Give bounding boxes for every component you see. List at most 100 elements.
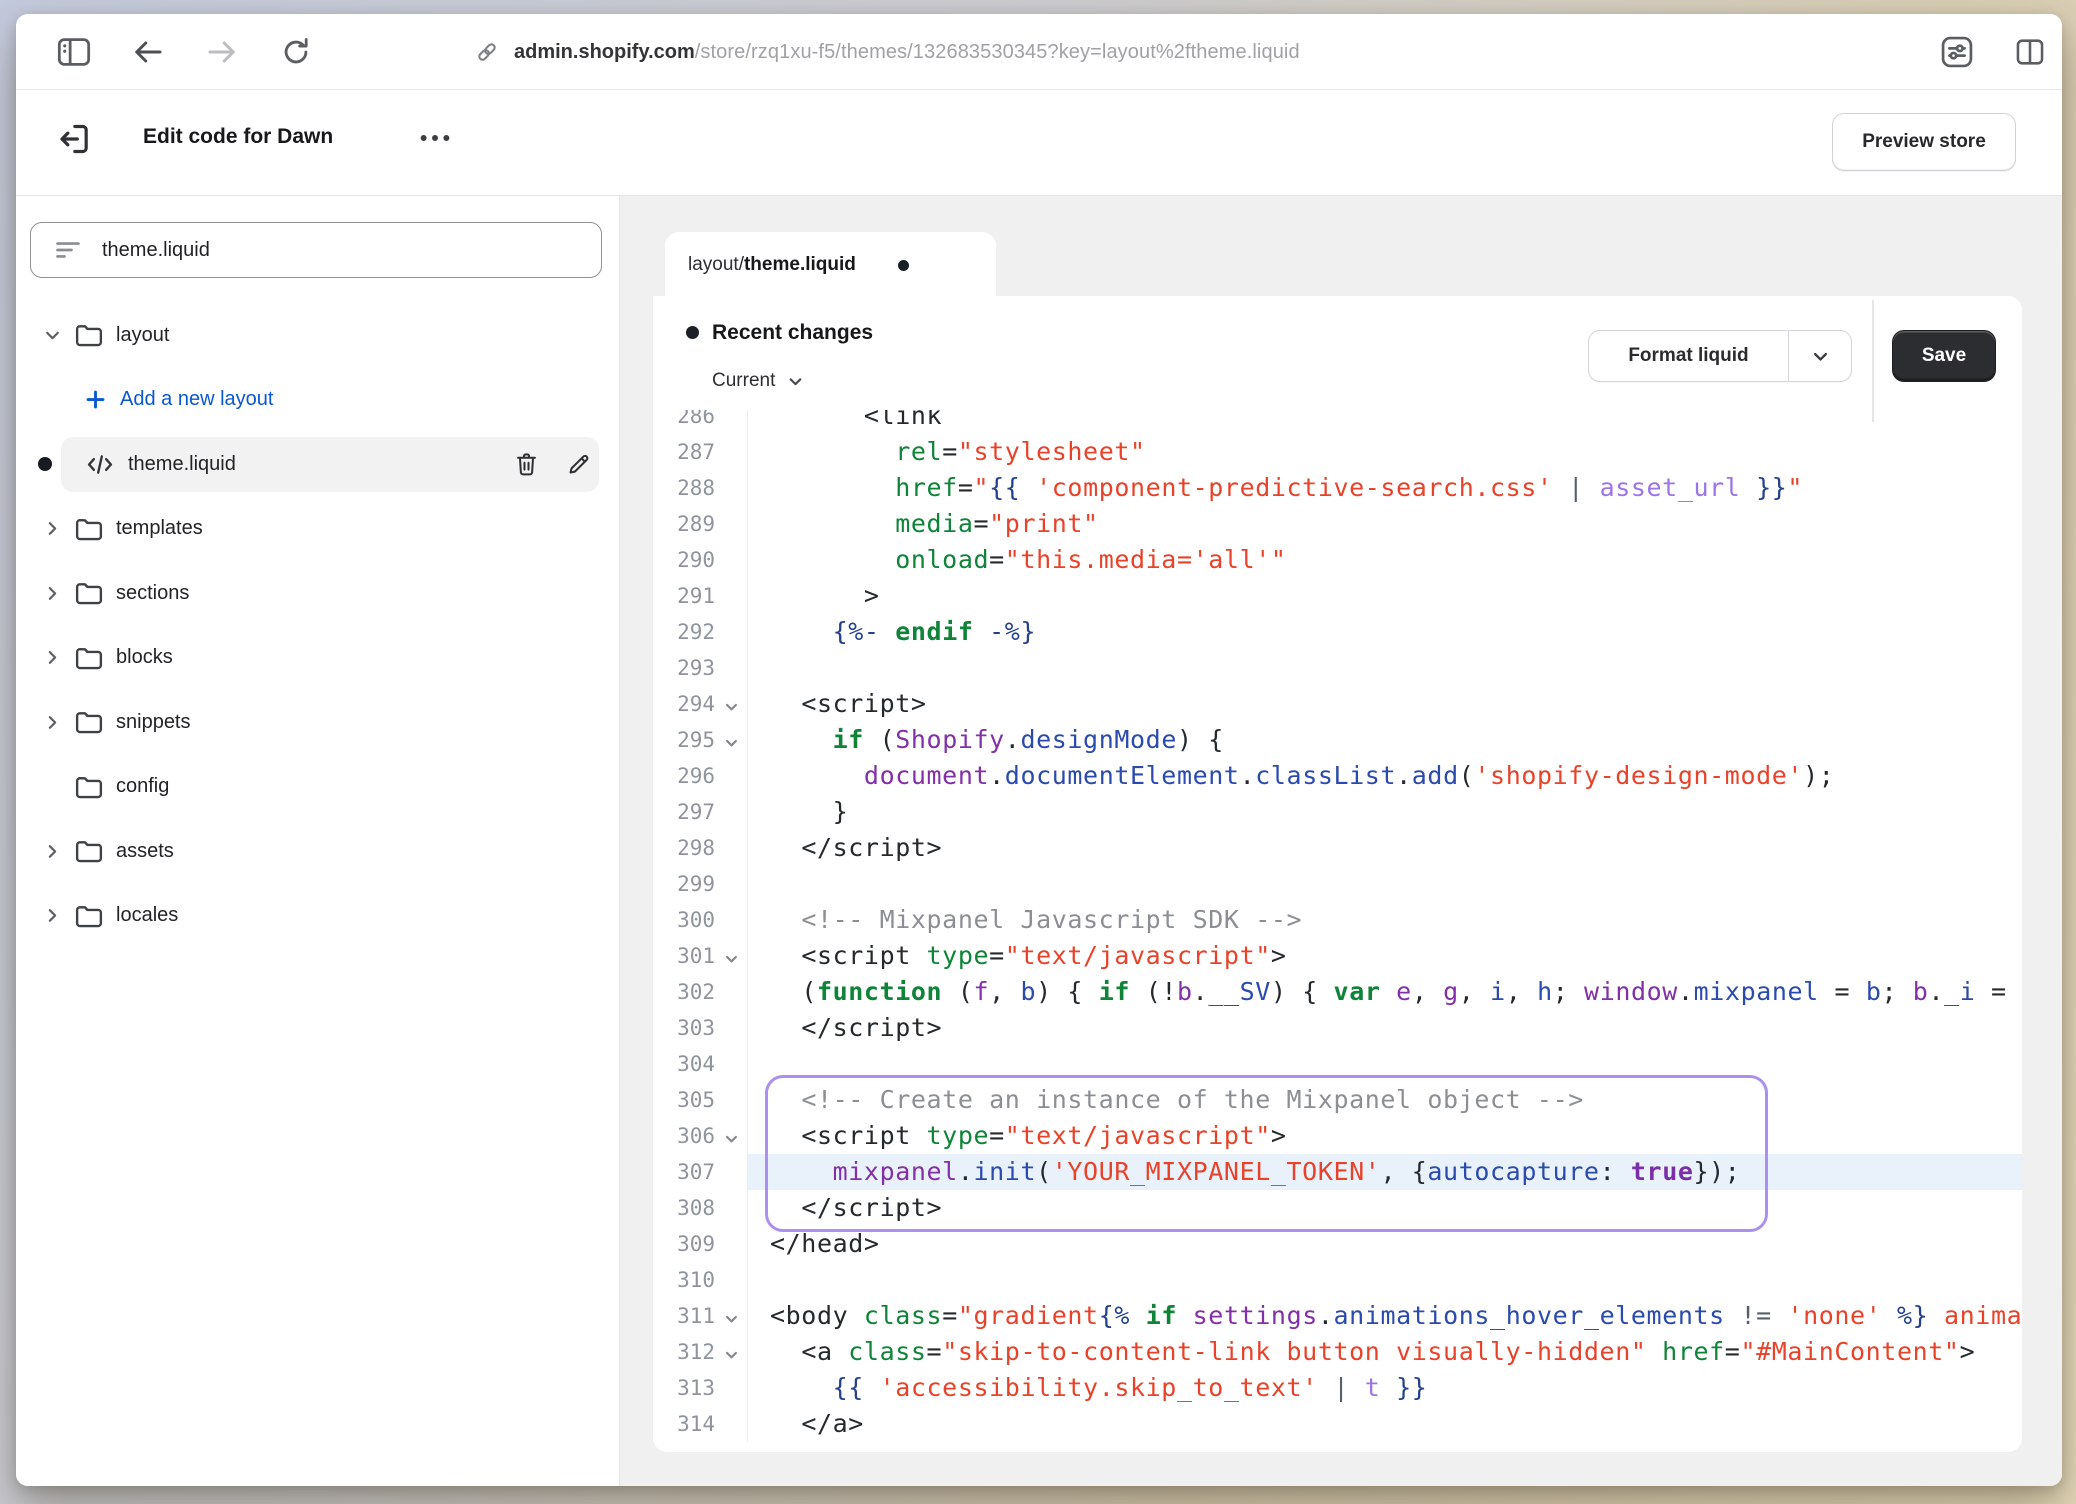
back-icon bbox=[130, 37, 166, 67]
back-button[interactable] bbox=[128, 14, 168, 90]
forward-button[interactable] bbox=[202, 14, 242, 90]
code-line-307[interactable]: 307 mixpanel.init('YOUR_MIXPANEL_TOKEN',… bbox=[653, 1154, 2022, 1190]
code-line-289[interactable]: 289 media="print" bbox=[653, 506, 2022, 542]
version-dropdown[interactable]: Current bbox=[712, 370, 804, 392]
save-button[interactable]: Save bbox=[1892, 330, 1996, 382]
code-line-293[interactable]: 293 bbox=[653, 650, 2022, 686]
code-text: </script> bbox=[748, 830, 2022, 866]
code-line-299[interactable]: 299 bbox=[653, 866, 2022, 902]
code-line-308[interactable]: 308 </script> bbox=[653, 1190, 2022, 1226]
sidebar-folder-snippets[interactable]: snippets bbox=[16, 690, 619, 755]
code-line-309[interactable]: 309</head> bbox=[653, 1226, 2022, 1262]
line-number: 293 bbox=[653, 656, 715, 680]
tab-theme-liquid[interactable]: layout/theme.liquid bbox=[665, 232, 996, 298]
code-text: if (Shopify.designMode) { bbox=[748, 722, 2022, 758]
fold-toggle-icon[interactable] bbox=[715, 946, 747, 967]
sidebar-folder-blocks[interactable]: blocks bbox=[16, 626, 619, 691]
code-line-291[interactable]: 291 > bbox=[653, 578, 2022, 614]
fold-spacer bbox=[715, 1277, 747, 1283]
code-line-306[interactable]: 306 <script type="text/javascript"> bbox=[653, 1118, 2022, 1154]
code-line-286[interactable]: 286 <link bbox=[653, 410, 2022, 434]
sidebar-folder-templates[interactable]: templates bbox=[16, 497, 619, 562]
rename-file-button[interactable] bbox=[566, 452, 591, 477]
fold-spacer bbox=[715, 845, 747, 851]
file-search-input[interactable]: theme.liquid bbox=[30, 222, 602, 278]
chevron-right-icon[interactable] bbox=[41, 713, 63, 732]
sidebar-folder-sections[interactable]: sections bbox=[16, 561, 619, 626]
sidebar-action-add-a-new-layout[interactable]: Add a new layout bbox=[16, 368, 619, 433]
recent-changes-dot bbox=[686, 326, 699, 339]
exit-code-editor-button[interactable] bbox=[54, 119, 94, 162]
preview-store-button[interactable]: Preview store bbox=[1832, 113, 2016, 171]
code-line-297[interactable]: 297 } bbox=[653, 794, 2022, 830]
code-line-296[interactable]: 296 document.documentElement.classList.a… bbox=[653, 758, 2022, 794]
chevron-right-icon[interactable] bbox=[41, 648, 63, 667]
folder-label: layout bbox=[116, 324, 169, 347]
format-options-button[interactable] bbox=[1789, 331, 1851, 381]
format-liquid-button[interactable]: Format liquid bbox=[1589, 331, 1788, 381]
code-line-294[interactable]: 294 <script> bbox=[653, 686, 2022, 722]
sidebar-folder-locales[interactable]: locales bbox=[16, 884, 619, 949]
fold-toggle-icon[interactable] bbox=[715, 730, 747, 751]
page-title: Edit code for Dawn bbox=[143, 125, 333, 149]
code-line-314[interactable]: 314 </a> bbox=[653, 1406, 2022, 1442]
sidebar-folder-layout[interactable]: layout bbox=[16, 303, 619, 368]
gutter: 287 bbox=[653, 434, 748, 470]
code-text bbox=[748, 1262, 2022, 1298]
code-line-302[interactable]: 302 (function (f, b) { if (!b.__SV) { va… bbox=[653, 974, 2022, 1010]
code-line-313[interactable]: 313 {{ 'accessibility.skip_to_text' | t … bbox=[653, 1370, 2022, 1406]
chevron-right-icon[interactable] bbox=[41, 519, 63, 538]
fold-toggle-icon[interactable] bbox=[715, 1306, 747, 1327]
code-line-300[interactable]: 300 <!-- Mixpanel Javascript SDK --> bbox=[653, 902, 2022, 938]
more-menu-button[interactable] bbox=[414, 117, 456, 162]
folder-icon bbox=[74, 645, 104, 671]
code-line-304[interactable]: 304 bbox=[653, 1046, 2022, 1082]
page-settings-button[interactable] bbox=[1933, 14, 1981, 90]
fold-toggle-icon[interactable] bbox=[715, 1126, 747, 1147]
fold-spacer bbox=[715, 557, 747, 563]
plus-icon bbox=[84, 388, 107, 411]
chevron-right-icon[interactable] bbox=[41, 842, 63, 861]
unsaved-changes-dot bbox=[898, 260, 909, 271]
code-text: > bbox=[748, 578, 2022, 614]
sidebar-toggle-button[interactable] bbox=[54, 14, 94, 90]
filter-icon bbox=[54, 238, 82, 262]
code-text: rel="stylesheet" bbox=[748, 434, 2022, 470]
gutter: 308 bbox=[653, 1190, 748, 1226]
sidebar-toggle-icon bbox=[55, 35, 93, 69]
chevron-right-icon[interactable] bbox=[41, 906, 63, 925]
sidebar-file-theme-liquid[interactable]: theme.liquid bbox=[16, 432, 619, 497]
code-line-298[interactable]: 298 </script> bbox=[653, 830, 2022, 866]
code-line-312[interactable]: 312 <a class="skip-to-content-link butto… bbox=[653, 1334, 2022, 1370]
fold-spacer bbox=[715, 629, 747, 635]
code-text: </script> bbox=[748, 1010, 2022, 1046]
fold-spacer bbox=[715, 773, 747, 779]
code-line-305[interactable]: 305 <!-- Create an instance of the Mixpa… bbox=[653, 1082, 2022, 1118]
sidebar-folder-config[interactable]: config bbox=[16, 755, 619, 820]
address-bar[interactable]: admin.shopify.com/store/rzq1xu-f5/themes… bbox=[474, 14, 1300, 90]
reload-button[interactable] bbox=[276, 14, 316, 90]
code-line-303[interactable]: 303 </script> bbox=[653, 1010, 2022, 1046]
chevron-down-icon[interactable] bbox=[41, 326, 63, 345]
line-number: 298 bbox=[653, 836, 715, 860]
split-view-button[interactable] bbox=[2006, 14, 2054, 90]
sidebar-folder-assets[interactable]: assets bbox=[16, 819, 619, 884]
fold-spacer bbox=[715, 1385, 747, 1391]
chevron-right-icon[interactable] bbox=[41, 584, 63, 603]
code-line-311[interactable]: 311<body class="gradient{% if settings.a… bbox=[653, 1298, 2022, 1334]
fold-spacer bbox=[715, 1241, 747, 1247]
editor-panel: layout/theme.liquid Recent changes Curre… bbox=[620, 196, 2062, 1486]
code-line-310[interactable]: 310 bbox=[653, 1262, 2022, 1298]
delete-file-button[interactable] bbox=[514, 451, 539, 478]
fold-toggle-icon[interactable] bbox=[715, 694, 747, 715]
code-line-290[interactable]: 290 onload="this.media='all'" bbox=[653, 542, 2022, 578]
code-line-288[interactable]: 288 href="{{ 'component-predictive-searc… bbox=[653, 470, 2022, 506]
code-line-295[interactable]: 295 if (Shopify.designMode) { bbox=[653, 722, 2022, 758]
fold-toggle-icon[interactable] bbox=[715, 1342, 747, 1363]
code-line-301[interactable]: 301 <script type="text/javascript"> bbox=[653, 938, 2022, 974]
code-line-292[interactable]: 292 {%- endif -%} bbox=[653, 614, 2022, 650]
gutter: 295 bbox=[653, 722, 748, 758]
recent-changes-label: Recent changes bbox=[712, 321, 873, 345]
code-area[interactable]: 286 <link287 rel="stylesheet"288 href="{… bbox=[653, 410, 2022, 1452]
code-line-287[interactable]: 287 rel="stylesheet" bbox=[653, 434, 2022, 470]
